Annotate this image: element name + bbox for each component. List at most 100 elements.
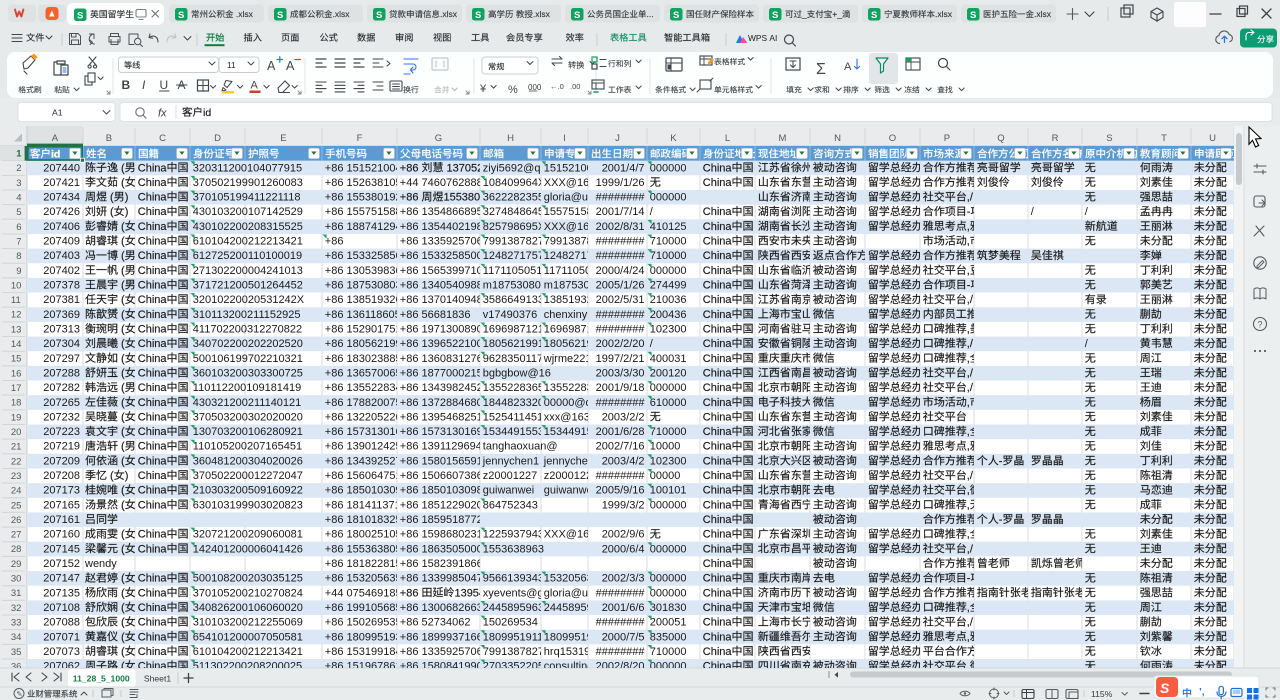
svg-text:371721200501264452: 371721200501264452: [193, 280, 303, 292]
svg-text:411702200312270822: 411702200312270822: [193, 324, 302, 336]
svg-text:430321200211140121: 430321200211140121: [193, 397, 301, 409]
svg-text:S: S: [970, 10, 976, 21]
svg-text:A: A: [286, 59, 295, 73]
svg-text:207088: 207088: [43, 617, 80, 629]
svg-text:3586649133: 3586649133: [483, 294, 544, 306]
svg-text:207173: 207173: [43, 485, 80, 497]
svg-text:(: (: [118, 602, 125, 614]
svg-text:1805621991: 1805621991: [483, 338, 544, 350]
svg-text:207282: 207282: [43, 382, 80, 394]
svg-text:WPS AI: WPS AI: [748, 33, 777, 43]
svg-text:.00: .00: [570, 82, 580, 91]
svg-text:22: 22: [11, 456, 22, 467]
svg-text:,: ,: [967, 265, 970, 277]
svg-text:207160: 207160: [43, 529, 80, 541]
svg-text:207297: 207297: [43, 353, 80, 365]
svg-text:207440: 207440: [43, 162, 80, 174]
svg-text:,: ,: [967, 499, 970, 511]
svg-text:+86 180025105: +86 180025105: [325, 529, 402, 541]
svg-text:(: (: [118, 382, 125, 394]
svg-text:R: R: [1052, 133, 1059, 144]
svg-text:########: ########: [596, 250, 646, 262]
svg-text:id: id: [51, 148, 60, 160]
svg-text:710000: 710000: [650, 426, 687, 438]
svg-text:207403: 207403: [43, 250, 80, 262]
svg-text:25: 25: [11, 500, 22, 511]
svg-text:+86 13965221001: +86 13965221001: [400, 338, 489, 350]
svg-text:32010220020531242X: 32010220020531242X: [193, 294, 305, 306]
svg-text:207406: 207406: [43, 221, 80, 233]
svg-text:+86 157313016: +86 157313016: [325, 426, 402, 438]
svg-text:000000: 000000: [650, 573, 687, 585]
svg-text:): ): [125, 470, 129, 482]
svg-text:610104200212213421: 610104200212213421: [193, 236, 303, 248]
svg-text:207426: 207426: [43, 206, 80, 218]
svg-text:.xlsx: .xlsx: [935, 9, 953, 19]
svg-text:370502200012272047: 370502200012272047: [193, 470, 303, 482]
svg-text:+86: +86: [400, 192, 422, 204]
svg-text:11: 11: [227, 60, 236, 70]
svg-text:102300: 102300: [650, 324, 687, 336]
svg-text:000000: 000000: [650, 543, 687, 555]
svg-text:K: K: [670, 133, 677, 144]
svg-text:310113200211152925: 310113200211152925: [193, 309, 301, 321]
svg-text:207369: 207369: [43, 309, 80, 321]
svg-text:1696987121: 1696987121: [483, 324, 544, 336]
svg-text:340702200202202520: 340702200202202520: [193, 338, 303, 350]
svg-text:654101200007050581: 654101200007050581: [193, 631, 303, 643]
svg-text:%: %: [508, 84, 518, 96]
svg-text:14: 14: [11, 339, 22, 350]
svg-text:+86 150269535: +86 150269535: [325, 617, 402, 629]
svg-text:S: S: [77, 10, 83, 21]
svg-text:+86 15653997101: +86 15653997101: [400, 265, 489, 277]
svg-text:+86: +86: [325, 236, 344, 248]
svg-text:2001/6/6: 2001/6/6: [602, 602, 645, 614]
svg-text:1225937943: 1225937943: [483, 529, 544, 541]
svg-text:210303200509160922: 210303200509160922: [193, 485, 303, 497]
svg-text:000000: 000000: [650, 192, 687, 204]
svg-text:+86 13544021988: +86 13544021988: [400, 221, 489, 233]
svg-text:31: 31: [11, 588, 22, 599]
svg-text:(: (: [118, 280, 125, 292]
svg-text:1844823320: 1844823320: [483, 397, 544, 409]
svg-text:(: (: [118, 368, 125, 380]
svg-text:+86 18635050003: +86 18635050003: [400, 543, 489, 555]
svg-text:+86 13359257067: +86 13359257067: [400, 236, 489, 248]
svg-text:¥: ¥: [479, 83, 487, 95]
svg-text:(: (: [118, 411, 125, 423]
svg-text:1355228365: 1355228365: [483, 382, 544, 394]
svg-text:200051: 200051: [650, 617, 687, 629]
svg-text:+86 132205226: +86 132205226: [325, 411, 402, 423]
svg-text:7991387827: 7991387827: [483, 646, 544, 658]
svg-text:wendy: wendy: [84, 558, 117, 570]
svg-text:26: 26: [11, 515, 22, 526]
svg-text:35: 35: [11, 647, 22, 658]
svg-text:...: ...: [647, 9, 654, 19]
svg-text:1525411451: 1525411451: [483, 411, 543, 423]
svg-text:+86 15823918663: +86 15823918663: [400, 558, 489, 570]
svg-text:320311200104077915: 320311200104077915: [193, 162, 302, 174]
svg-text:Q: Q: [997, 133, 1004, 144]
svg-text:(: (: [118, 162, 125, 174]
svg-text:+86 156064751: +86 156064751: [325, 470, 402, 482]
svg-text:207161: 207161: [43, 514, 80, 526]
svg-text:A: A: [52, 133, 59, 144]
svg-text:+86 180995193: +86 180995193: [325, 631, 402, 643]
svg-text:+86 13359257067: +86 13359257067: [400, 646, 489, 658]
svg-text:S: S: [475, 10, 481, 21]
svg-text:A: A: [267, 59, 276, 73]
svg-text:207434: 207434: [43, 192, 80, 204]
svg-text:207208: 207208: [43, 470, 80, 482]
svg-text:207304: 207304: [43, 338, 80, 350]
svg-text:410125: 410125: [650, 221, 687, 233]
svg-text:+86 185010309: +86 185010309: [325, 485, 402, 497]
svg-text:fx: fx: [158, 108, 167, 120]
svg-text:+86 153205635: +86 153205635: [325, 573, 402, 585]
svg-text:207071: 207071: [43, 631, 80, 643]
svg-text:+86 15986802313: +86 15986802313: [400, 529, 489, 541]
svg-text:S: S: [673, 10, 679, 21]
svg-text:+86 18595187726: +86 18595187726: [400, 514, 489, 526]
svg-text:864752343: 864752343: [483, 499, 538, 511]
svg-text:(: (: [107, 206, 114, 218]
svg-text:+86 136570065: +86 136570065: [325, 368, 402, 380]
